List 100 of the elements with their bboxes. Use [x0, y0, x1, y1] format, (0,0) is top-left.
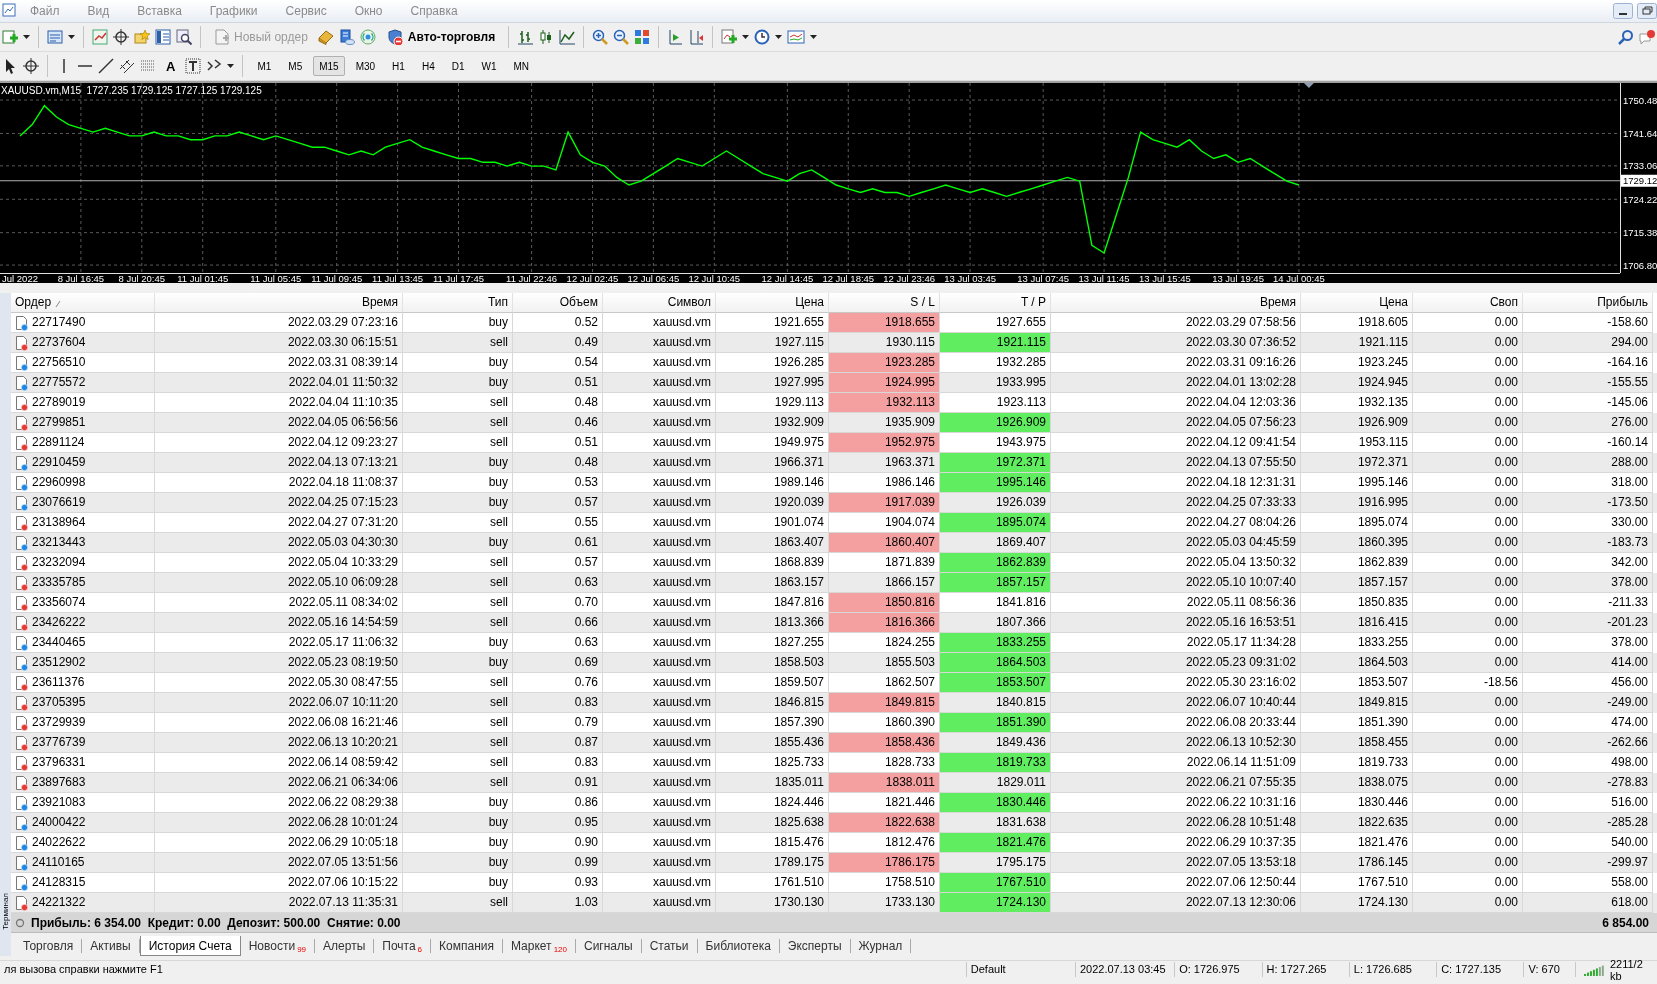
bar-chart-icon[interactable]	[517, 29, 534, 45]
column-header[interactable]: Тип	[403, 293, 513, 313]
table-cell: 1816.366	[829, 613, 940, 633]
order-icon	[15, 314, 29, 331]
tile-windows-icon[interactable]	[634, 29, 651, 45]
timeframe-button[interactable]: H4	[415, 56, 441, 76]
table-cell: 1864.503	[1301, 653, 1413, 673]
order-icon	[15, 594, 29, 611]
order-number: 23921083	[32, 794, 86, 811]
timeframe-button[interactable]: D1	[445, 56, 471, 76]
column-header[interactable]: Цена	[1301, 293, 1413, 313]
tab[interactable]: Алерты	[315, 939, 375, 953]
table-cell: 2022.04.25 07:15:23	[155, 493, 403, 513]
order-number: 22799851	[32, 414, 86, 431]
axis-label: 12 Jul 10:45	[688, 273, 741, 283]
column-header[interactable]: Символ	[603, 293, 716, 313]
order-number: 23729939	[32, 714, 86, 731]
autotrading-button[interactable]: Авто-торговля	[380, 26, 501, 48]
shift-marker-icon[interactable]	[1303, 83, 1314, 88]
table-cell: 1995.146	[940, 473, 1051, 493]
panel-icon[interactable]	[155, 29, 171, 45]
order-icon	[15, 394, 29, 411]
column-header[interactable]: T / P	[940, 293, 1051, 313]
timeframe-button[interactable]: H1	[386, 56, 411, 76]
tab[interactable]: Компания	[431, 939, 503, 953]
timeframe-button[interactable]: W1	[475, 56, 503, 76]
server-icon[interactable]	[338, 29, 355, 45]
column-header[interactable]: S / L	[829, 293, 940, 313]
minimize-button[interactable]	[1613, 3, 1633, 19]
app-icon[interactable]	[2, 3, 16, 19]
table-cell: 0.66	[513, 613, 603, 633]
chart-plus-icon[interactable]	[2, 29, 18, 45]
text-tool-button[interactable]: A	[161, 55, 181, 77]
order-number: 23440465	[32, 634, 86, 651]
clock-icon[interactable]	[754, 29, 771, 45]
table-cell: sell	[403, 413, 513, 433]
order-number: 23232094	[32, 554, 86, 571]
table-cell: 0.00	[1413, 533, 1523, 553]
play-arrow-icon[interactable]	[667, 29, 684, 45]
magnifier-icon[interactable]	[176, 29, 192, 45]
tab[interactable]: Эксперты	[779, 939, 851, 953]
book-icon[interactable]	[317, 29, 334, 45]
order-number: 22737604	[32, 334, 86, 351]
column-header[interactable]: Своп	[1413, 293, 1523, 313]
dotted-lines-icon[interactable]	[140, 58, 156, 74]
table-cell: 1822.638	[829, 813, 940, 833]
order-number: 23611376	[32, 674, 85, 691]
table-cell: 1786.145	[1301, 853, 1413, 873]
channel-icon[interactable]	[119, 58, 135, 74]
table-cell: 1972.371	[940, 453, 1051, 473]
chart-shift-icon[interactable]	[688, 29, 705, 45]
timeframe-button[interactable]: M1	[251, 56, 278, 76]
search-icon[interactable]	[1618, 29, 1634, 45]
trend-line-icon[interactable]	[98, 58, 114, 74]
order-number: 24110165	[32, 854, 85, 871]
order-number: 22756510	[32, 354, 86, 371]
text-label-icon[interactable]	[185, 58, 202, 74]
axis-label: 11 Jul 01:45	[177, 273, 229, 283]
zoom-in-icon[interactable]	[592, 29, 609, 45]
tab[interactable]: Сигналы	[576, 939, 642, 953]
order-number: 23705395	[32, 694, 86, 711]
column-header[interactable]: Ордер	[11, 293, 155, 313]
column-header[interactable]: Объем	[513, 293, 603, 313]
order-number: 23512902	[32, 654, 86, 671]
column-header[interactable]: Время	[155, 293, 403, 313]
timeframe-button[interactable]: M15	[313, 56, 345, 76]
order-icon	[15, 354, 29, 371]
table-cell: 1786.175	[829, 853, 940, 873]
timeframe-button[interactable]: M30	[349, 56, 382, 76]
timeframe-button[interactable]: M5	[282, 56, 309, 76]
axis-label: 1724.22	[1623, 193, 1657, 205]
star-folder-icon[interactable]	[134, 29, 150, 45]
crosshair-icon[interactable]	[23, 58, 39, 74]
table-cell: 2022.06.28 10:51:48	[1051, 813, 1301, 833]
tab[interactable]: Активы	[82, 939, 140, 953]
chart-icon[interactable]	[92, 29, 108, 45]
restore-button[interactable]	[1637, 3, 1657, 19]
tab[interactable]: История Счета	[139, 936, 241, 956]
column-header[interactable]: Прибыль	[1523, 293, 1653, 313]
tab[interactable]: Журнал	[850, 939, 912, 953]
terminal-side-tab[interactable]: Терминал	[0, 893, 11, 930]
table-cell: 0.00	[1413, 453, 1523, 473]
table-cell: 1917.039	[829, 493, 940, 513]
tab[interactable]: Статьи	[641, 939, 698, 953]
timeframe-button[interactable]: MN	[507, 56, 536, 76]
tab[interactable]: Библиотека	[697, 939, 780, 953]
order-number: 24221322	[32, 894, 86, 911]
zoom-out-icon[interactable]	[613, 29, 630, 45]
chat-icon[interactable]	[1639, 29, 1655, 45]
line-chart-icon[interactable]	[559, 29, 576, 45]
table-cell: 1952.975	[829, 433, 940, 453]
table-cell: 2022.07.05 13:51:56	[155, 853, 403, 873]
column-header[interactable]: Время	[1051, 293, 1301, 313]
column-header[interactable]: Цена	[716, 293, 829, 313]
signal-icon[interactable]	[359, 29, 376, 45]
crosshair-icon[interactable]	[113, 29, 129, 45]
tab[interactable]: Торговля	[15, 939, 83, 953]
table-cell: 2022.04.13 07:13:21	[155, 453, 403, 473]
order-icon	[15, 714, 29, 731]
table-cell: xauusd.vm	[603, 413, 716, 433]
